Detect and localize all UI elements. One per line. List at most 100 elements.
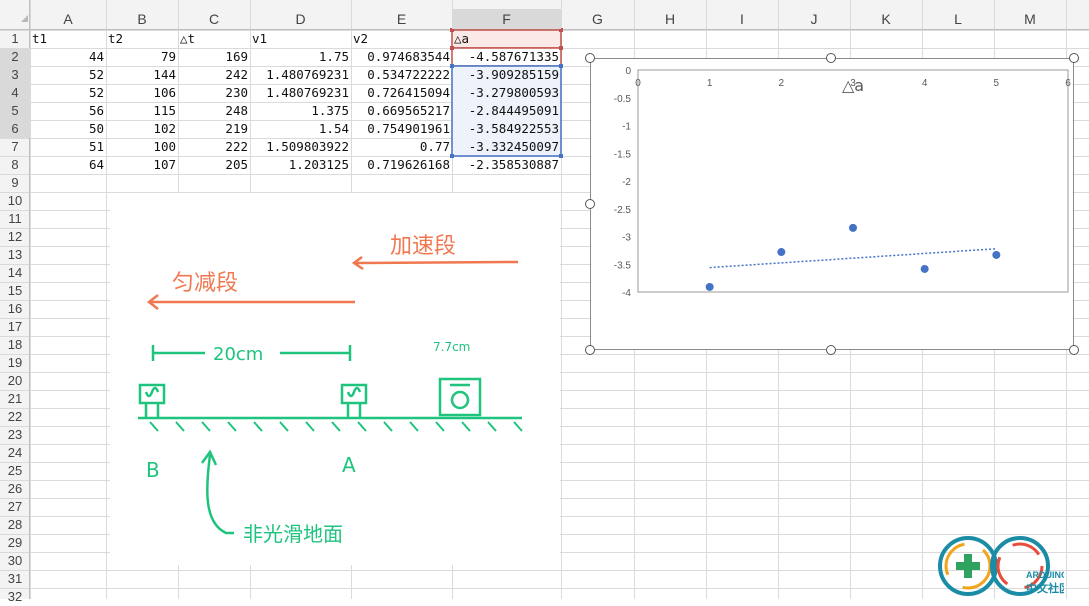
cell-f5[interactable]: -2.844495091 bbox=[454, 102, 559, 120]
row-header-18[interactable]: 18 bbox=[0, 336, 30, 354]
cell-f7[interactable]: -3.332450097 bbox=[454, 138, 559, 156]
cell-e5[interactable]: 0.669565217 bbox=[353, 102, 450, 120]
cell-e4[interactable]: 0.726415094 bbox=[353, 84, 450, 102]
cell-c3[interactable]: 242 bbox=[180, 66, 248, 84]
row-header-30[interactable]: 30 bbox=[0, 552, 30, 570]
cell-a4[interactable]: 52 bbox=[32, 84, 104, 102]
chart-resize-handle-br[interactable] bbox=[1069, 345, 1079, 355]
row-header-4[interactable]: 4 bbox=[0, 84, 30, 102]
cell-e2[interactable]: 0.974683544 bbox=[353, 48, 450, 66]
cell-e3[interactable]: 0.534722222 bbox=[353, 66, 450, 84]
chart-resize-handle-tl[interactable] bbox=[585, 53, 595, 63]
row-header-17[interactable]: 17 bbox=[0, 318, 30, 336]
cell-d7[interactable]: 1.509803922 bbox=[252, 138, 349, 156]
cell-c7[interactable]: 222 bbox=[180, 138, 248, 156]
column-header-a[interactable]: A bbox=[30, 9, 106, 29]
row-header-31[interactable]: 31 bbox=[0, 570, 30, 588]
cell-a1[interactable]: t1 bbox=[32, 30, 104, 48]
row-header-19[interactable]: 19 bbox=[0, 354, 30, 372]
cell-a8[interactable]: 64 bbox=[32, 156, 104, 174]
row-header-2[interactable]: 2 bbox=[0, 48, 30, 66]
column-header-c[interactable]: C bbox=[178, 9, 250, 29]
cell-b4[interactable]: 106 bbox=[108, 84, 176, 102]
row-header-20[interactable]: 20 bbox=[0, 372, 30, 390]
cell-c6[interactable]: 219 bbox=[180, 120, 248, 138]
cell-d2[interactable]: 1.75 bbox=[252, 48, 349, 66]
cell-f6[interactable]: -3.584922553 bbox=[454, 120, 559, 138]
cell-d1[interactable]: v1 bbox=[252, 30, 349, 48]
cell-f8[interactable]: -2.358530887 bbox=[454, 156, 559, 174]
cell-c5[interactable]: 248 bbox=[180, 102, 248, 120]
column-header-b[interactable]: B bbox=[106, 9, 178, 29]
row-header-11[interactable]: 11 bbox=[0, 210, 30, 228]
chart-resize-handle-bl[interactable] bbox=[585, 345, 595, 355]
cell-b3[interactable]: 144 bbox=[108, 66, 176, 84]
column-header-d[interactable]: D bbox=[250, 9, 351, 29]
cell-f2[interactable]: -4.587671335 bbox=[454, 48, 559, 66]
scatter-chart[interactable]: 0 1 2 3 4 5 6 0 -0.5 -1 -1.5 -2 -2.5 -3 -3.5 -4 △a bbox=[590, 58, 1074, 350]
row-header-32[interactable]: 32 bbox=[0, 588, 30, 606]
cell-d3[interactable]: 1.480769231 bbox=[252, 66, 349, 84]
cell-c2[interactable]: 169 bbox=[180, 48, 248, 66]
row-header-26[interactable]: 26 bbox=[0, 480, 30, 498]
row-header-22[interactable]: 22 bbox=[0, 408, 30, 426]
cell-b7[interactable]: 100 bbox=[108, 138, 176, 156]
row-header-7[interactable]: 7 bbox=[0, 138, 30, 156]
cell-a7[interactable]: 51 bbox=[32, 138, 104, 156]
row-header-16[interactable]: 16 bbox=[0, 300, 30, 318]
cell-f1[interactable]: △a bbox=[454, 30, 559, 48]
cell-a2[interactable]: 44 bbox=[32, 48, 104, 66]
row-header-5[interactable]: 5 bbox=[0, 102, 30, 120]
row-header-28[interactable]: 28 bbox=[0, 516, 30, 534]
cell-a6[interactable]: 50 bbox=[32, 120, 104, 138]
chart-resize-handle-tm[interactable] bbox=[826, 53, 836, 63]
row-header-25[interactable]: 25 bbox=[0, 462, 30, 480]
row-header-12[interactable]: 12 bbox=[0, 228, 30, 246]
cell-b5[interactable]: 115 bbox=[108, 102, 176, 120]
column-header-k[interactable]: K bbox=[850, 9, 922, 29]
column-header-j[interactable]: J bbox=[778, 9, 850, 29]
column-header-m[interactable]: M bbox=[994, 9, 1066, 29]
cell-d8[interactable]: 1.203125 bbox=[252, 156, 349, 174]
column-header-l[interactable]: L bbox=[922, 9, 994, 29]
cell-d4[interactable]: 1.480769231 bbox=[252, 84, 349, 102]
cell-b1[interactable]: t2 bbox=[108, 30, 176, 48]
column-header-f[interactable]: F bbox=[452, 9, 561, 29]
cell-e8[interactable]: 0.719626168 bbox=[353, 156, 450, 174]
chart-resize-handle-ml[interactable] bbox=[585, 199, 595, 209]
row-header-24[interactable]: 24 bbox=[0, 444, 30, 462]
cell-c8[interactable]: 205 bbox=[180, 156, 248, 174]
cell-d5[interactable]: 1.375 bbox=[252, 102, 349, 120]
chart-resize-handle-tr[interactable] bbox=[1069, 53, 1079, 63]
row-header-1[interactable]: 1 bbox=[0, 30, 30, 48]
column-header-e[interactable]: E bbox=[351, 9, 452, 29]
row-header-8[interactable]: 8 bbox=[0, 156, 30, 174]
cell-c4[interactable]: 230 bbox=[180, 84, 248, 102]
cell-c1[interactable]: △t bbox=[180, 30, 248, 48]
row-header-3[interactable]: 3 bbox=[0, 66, 30, 84]
cell-b2[interactable]: 79 bbox=[108, 48, 176, 66]
cell-f4[interactable]: -3.279800593 bbox=[454, 84, 559, 102]
column-header-i[interactable]: I bbox=[706, 9, 778, 29]
row-header-14[interactable]: 14 bbox=[0, 264, 30, 282]
column-header-h[interactable]: H bbox=[634, 9, 706, 29]
row-header-21[interactable]: 21 bbox=[0, 390, 30, 408]
cell-a5[interactable]: 56 bbox=[32, 102, 104, 120]
row-header-23[interactable]: 23 bbox=[0, 426, 30, 444]
chart-resize-handle-bm[interactable] bbox=[826, 345, 836, 355]
cell-d6[interactable]: 1.54 bbox=[252, 120, 349, 138]
cell-a3[interactable]: 52 bbox=[32, 66, 104, 84]
row-header-29[interactable]: 29 bbox=[0, 534, 30, 552]
cell-b6[interactable]: 102 bbox=[108, 120, 176, 138]
row-header-10[interactable]: 10 bbox=[0, 192, 30, 210]
cell-f3[interactable]: -3.909285159 bbox=[454, 66, 559, 84]
cell-e7[interactable]: 0.77 bbox=[353, 138, 450, 156]
row-header-9[interactable]: 9 bbox=[0, 174, 30, 192]
row-header-13[interactable]: 13 bbox=[0, 246, 30, 264]
cell-b8[interactable]: 107 bbox=[108, 156, 176, 174]
cell-e6[interactable]: 0.754901961 bbox=[353, 120, 450, 138]
row-header-6[interactable]: 6 bbox=[0, 120, 30, 138]
cell-e1[interactable]: v2 bbox=[353, 30, 450, 48]
column-header-g[interactable]: G bbox=[561, 9, 634, 29]
row-header-15[interactable]: 15 bbox=[0, 282, 30, 300]
